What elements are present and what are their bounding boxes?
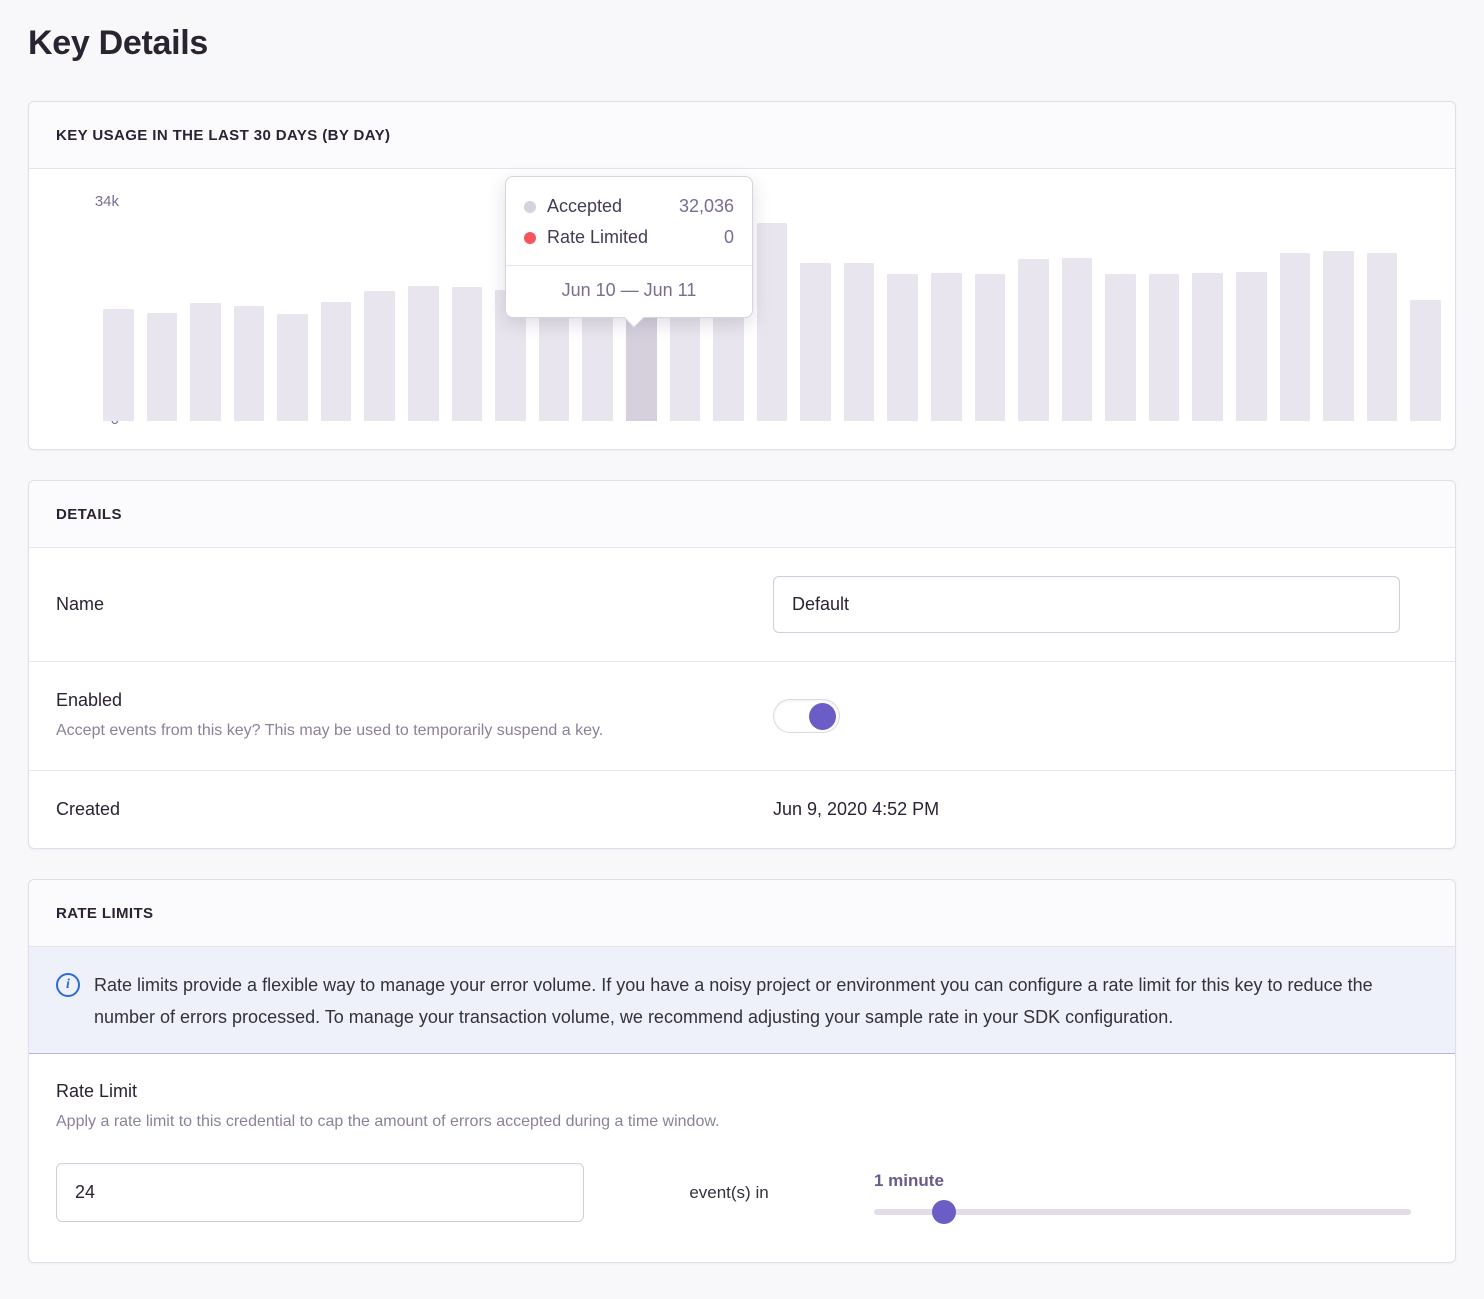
chart-bar[interactable] [887, 274, 918, 421]
details-panel-header: DETAILS [29, 481, 1455, 548]
usage-panel-header: KEY USAGE IN THE LAST 30 DAYS (BY DAY) [29, 102, 1455, 169]
chart-bar[interactable] [408, 286, 439, 421]
created-value: Jun 9, 2020 4:52 PM [773, 799, 939, 820]
chart-bar[interactable] [800, 263, 831, 421]
chart-bar[interactable] [234, 306, 265, 421]
tooltip-date-range: Jun 10 — Jun 11 [506, 265, 752, 317]
rate-limit-controls: event(s) in 1 minute [56, 1163, 1411, 1222]
chart-bar[interactable] [1062, 258, 1093, 421]
enabled-row: Enabled Accept events from this key? Thi… [29, 662, 1455, 771]
tooltip-body: Accepted 32,036 Rate Limited 0 [506, 177, 752, 265]
chart-bar[interactable] [321, 302, 352, 421]
page-title: Key Details [28, 24, 1456, 63]
rate-limit-field: Rate Limit Apply a rate limit to this cr… [29, 1054, 1455, 1262]
chart-bar[interactable] [931, 273, 962, 421]
rate-limit-label: Rate Limit [56, 1081, 1411, 1102]
chart-bar[interactable] [757, 223, 788, 421]
chart-bar[interactable] [1367, 253, 1398, 421]
series-dot-icon [524, 201, 536, 213]
events-in-label: event(s) in [584, 1183, 874, 1203]
window-slider-thumb[interactable] [932, 1200, 956, 1224]
chart-bar[interactable] [844, 263, 875, 421]
usage-panel: KEY USAGE IN THE LAST 30 DAYS (BY DAY) 3… [28, 101, 1456, 450]
chart-bar[interactable] [277, 314, 308, 421]
chart-bar[interactable] [452, 287, 483, 421]
series-label: Rate Limited [547, 227, 648, 248]
chart-bar[interactable] [1280, 253, 1311, 421]
chart-bar[interactable] [1192, 273, 1223, 421]
rate-limits-panel-header: RATE LIMITS [29, 880, 1455, 947]
rate-limits-panel: RATE LIMITS i Rate limits provide a flex… [28, 879, 1456, 1263]
chart-bar[interactable] [1149, 274, 1180, 421]
chart-bar[interactable] [1323, 251, 1354, 421]
window-slider-track[interactable] [874, 1209, 1411, 1215]
created-label: Created [56, 799, 743, 820]
chart-bar[interactable] [1236, 272, 1267, 421]
usage-bars [103, 204, 1441, 421]
series-value: 0 [724, 227, 734, 248]
usage-chart: 34k 0 Accepted32,036Rate Limited0 Jun 10… [29, 169, 1455, 449]
info-circle-icon: i [56, 973, 80, 997]
enabled-help: Accept events from this key? This may be… [56, 720, 743, 742]
tooltip-row: Accepted 32,036 [524, 191, 734, 222]
rate-limit-count-input[interactable] [56, 1163, 584, 1222]
series-dot-icon [524, 232, 536, 244]
window-value-label: 1 minute [874, 1171, 1411, 1191]
chart-bar[interactable] [1410, 300, 1441, 421]
chart-bar[interactable] [1105, 274, 1136, 421]
chart-bar[interactable] [975, 274, 1006, 421]
chart-bar[interactable] [103, 309, 134, 421]
series-value: 32,036 [679, 196, 734, 217]
chart-tooltip: Accepted 32,036 Rate Limited 0 Jun 10 — Jun… [505, 176, 753, 318]
chart-bar[interactable] [147, 313, 178, 422]
enabled-toggle[interactable] [773, 699, 840, 733]
alert-text: Rate limits provide a flexible way to ma… [94, 969, 1385, 1033]
name-row: Name [29, 548, 1455, 662]
chart-bar[interactable] [190, 303, 221, 421]
name-label: Name [56, 594, 743, 615]
rate-limits-info-alert: i Rate limits provide a flexible way to … [29, 947, 1455, 1054]
series-label: Accepted [547, 196, 622, 217]
window-slider-group: 1 minute [874, 1171, 1411, 1215]
chart-bar[interactable] [364, 291, 395, 421]
chart-bar[interactable] [1018, 259, 1049, 421]
tooltip-row: Rate Limited 0 [524, 222, 734, 253]
rate-limit-help: Apply a rate limit to this credential to… [56, 1111, 1411, 1133]
created-row: Created Jun 9, 2020 4:52 PM [29, 771, 1455, 848]
enabled-label: Enabled [56, 690, 743, 711]
toggle-knob-icon [809, 703, 836, 730]
details-panel: DETAILS Name Enabled Accept events from … [28, 480, 1456, 849]
name-input[interactable] [773, 576, 1400, 633]
